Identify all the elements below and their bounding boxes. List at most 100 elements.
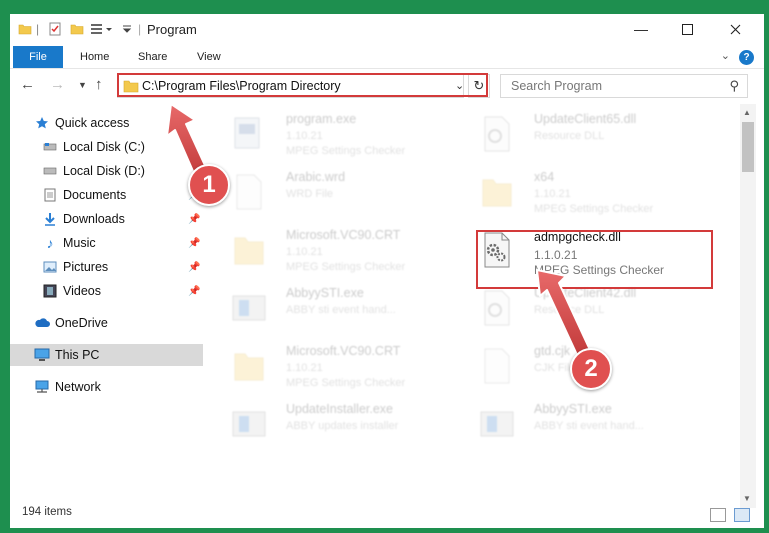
network-icon (34, 379, 50, 395)
dll-icon (484, 290, 510, 326)
computer-icon (34, 347, 50, 363)
back-arrow-icon[interactable]: ← (20, 76, 35, 93)
separator-icon: | (36, 22, 40, 36)
status-bar: 194 items (10, 500, 764, 528)
sidebar-item-music[interactable]: ♪ Music 📌 (10, 232, 203, 254)
file-detail: 1.10.21 (286, 130, 323, 142)
drive-icon (42, 163, 58, 179)
sidebar-item-pictures[interactable]: Pictures 📌 (10, 256, 203, 278)
sidebar-item-onedrive[interactable]: OneDrive (10, 312, 203, 334)
help-icon[interactable]: ? (739, 50, 754, 65)
sidebar-item-label: Network (55, 380, 101, 394)
download-icon (42, 211, 58, 227)
documents-icon (42, 187, 58, 203)
minimize-button[interactable]: — (618, 14, 664, 44)
file-name: Arabic.wrd (286, 170, 346, 184)
file-item[interactable]: UpdateClient65.dll Resource DLL (455, 108, 710, 162)
sidebar-item-label: This PC (55, 348, 100, 362)
sidebar-item-network[interactable]: Network (10, 376, 203, 398)
search-input[interactable]: Search Program (511, 79, 602, 93)
ribbon-tabs: File Home Share View ⌄ ? (10, 46, 764, 69)
cloud-icon (34, 315, 50, 331)
file-icon (236, 174, 262, 210)
sidebar-item-downloads[interactable]: Downloads 📌 (10, 208, 203, 230)
tab-share[interactable]: Share (138, 46, 167, 68)
drive-icon (42, 139, 58, 155)
vertical-scrollbar[interactable]: ▲ ▼ (740, 104, 756, 508)
recent-locations-chevron-icon[interactable]: ▼ (78, 80, 87, 90)
file-detail: 1.10.21 (286, 246, 323, 258)
sidebar-item-label: Quick access (55, 116, 130, 130)
file-detail: Resource DLL (534, 130, 605, 142)
expand-ribbon-icon[interactable]: ⌄ (721, 49, 730, 62)
sidebar-item-label: Local Disk (D:) (63, 164, 145, 178)
window-title: Program (147, 22, 197, 37)
file-item[interactable]: x64 1.10.21 MPEG Settings Checker (455, 166, 710, 220)
pin-icon[interactable]: 📌 (188, 286, 200, 297)
file-item[interactable]: program.exe 1.10.21 MPEG Settings Checke… (207, 108, 462, 162)
maximize-icon (681, 23, 693, 35)
tab-view[interactable]: View (197, 46, 221, 68)
new-folder-icon[interactable] (70, 21, 84, 37)
file-item[interactable]: AbbyySTI.exe ABBY sti event hand... (455, 398, 710, 452)
dropdown-chevron-icon[interactable] (122, 21, 132, 37)
star-icon (34, 115, 50, 131)
videos-icon (42, 283, 58, 299)
pin-icon[interactable]: 📌 (188, 262, 200, 273)
window-icon (232, 411, 266, 437)
sidebar-item-label: OneDrive (55, 316, 108, 330)
pin-icon[interactable]: 📌 (188, 214, 200, 225)
file-item[interactable]: UpdateClient42.dll Resource DLL (455, 282, 710, 336)
sidebar-item-videos[interactable]: Videos 📌 (10, 280, 203, 302)
file-item[interactable]: Microsoft.VC90.CRT 1.10.21 MPEG Settings… (207, 224, 462, 278)
file-item[interactable]: AbbyySTI.exe ABBY sti event hand... (207, 282, 462, 336)
file-detail: 1.10.21 (534, 188, 571, 200)
file-detail: 1.10.21 (286, 362, 323, 374)
sidebar-item-label: Downloads (63, 212, 125, 226)
address-highlight-box (117, 73, 488, 97)
close-button[interactable] (712, 14, 758, 44)
forward-arrow-icon[interactable]: → (50, 76, 65, 93)
sidebar-item-documents[interactable]: Documents 📌 (10, 184, 203, 206)
search-icon[interactable]: ⚲ (729, 78, 739, 94)
tab-home[interactable]: Home (80, 46, 109, 68)
folder-icon (234, 353, 264, 381)
tab-file[interactable]: File (13, 46, 63, 68)
scroll-up-icon[interactable]: ▲ (743, 108, 751, 117)
search-box[interactable]: Search Program ⚲ (500, 74, 748, 98)
sidebar-item-quick-access[interactable]: Quick access (10, 112, 203, 134)
file-detail: ABBY updates installer (286, 420, 399, 432)
pin-icon[interactable]: 📌 (188, 238, 200, 249)
file-name: Microsoft.VC90.CRT (286, 344, 401, 358)
close-icon (730, 24, 740, 34)
window-icon (232, 295, 266, 321)
navigation-pane: Quick access Local Disk (C:) Local Disk … (10, 104, 203, 496)
sidebar-item-local-disk-c[interactable]: Local Disk (C:) (10, 136, 203, 158)
folder-icon (18, 21, 32, 37)
file-item[interactable]: UpdateInstaller.exe ABBY updates install… (207, 398, 462, 452)
file-item[interactable]: Arabic.wrd WRD File (207, 166, 462, 220)
sidebar-item-this-pc[interactable]: This PC (10, 344, 203, 366)
properties-icon[interactable] (48, 21, 62, 37)
sidebar-item-label: Pictures (63, 260, 109, 274)
file-highlight-box (476, 230, 713, 289)
file-name: Microsoft.VC90.CRT (286, 228, 401, 242)
item-count: 194 items (22, 506, 72, 518)
exe-icon (234, 117, 260, 149)
customize-toolbar-icon[interactable] (90, 21, 114, 37)
navigation-bar: ← → ▼ ↑ C:\Program Files\Program Directo… (10, 72, 764, 100)
details-view-icon[interactable] (710, 508, 726, 522)
minimize-icon: — (634, 21, 648, 37)
file-item[interactable]: Microsoft.VC90.CRT 1.10.21 MPEG Settings… (207, 340, 462, 394)
sidebar-item-label: Documents (63, 188, 127, 202)
scrollbar-thumb[interactable] (742, 122, 754, 172)
file-icon (484, 348, 510, 384)
file-detail: Resource DLL (534, 304, 605, 316)
step-badge-2: 2 (570, 348, 612, 390)
maximize-button[interactable] (664, 14, 710, 44)
up-arrow-icon[interactable]: ↑ (95, 76, 103, 93)
file-detail: MPEG Settings Checker (286, 261, 406, 273)
large-icons-view-icon[interactable] (734, 508, 750, 522)
sidebar-item-local-disk-d[interactable]: Local Disk (D:) (10, 160, 203, 182)
file-list: program.exe 1.10.21 MPEG Settings Checke… (207, 104, 740, 496)
